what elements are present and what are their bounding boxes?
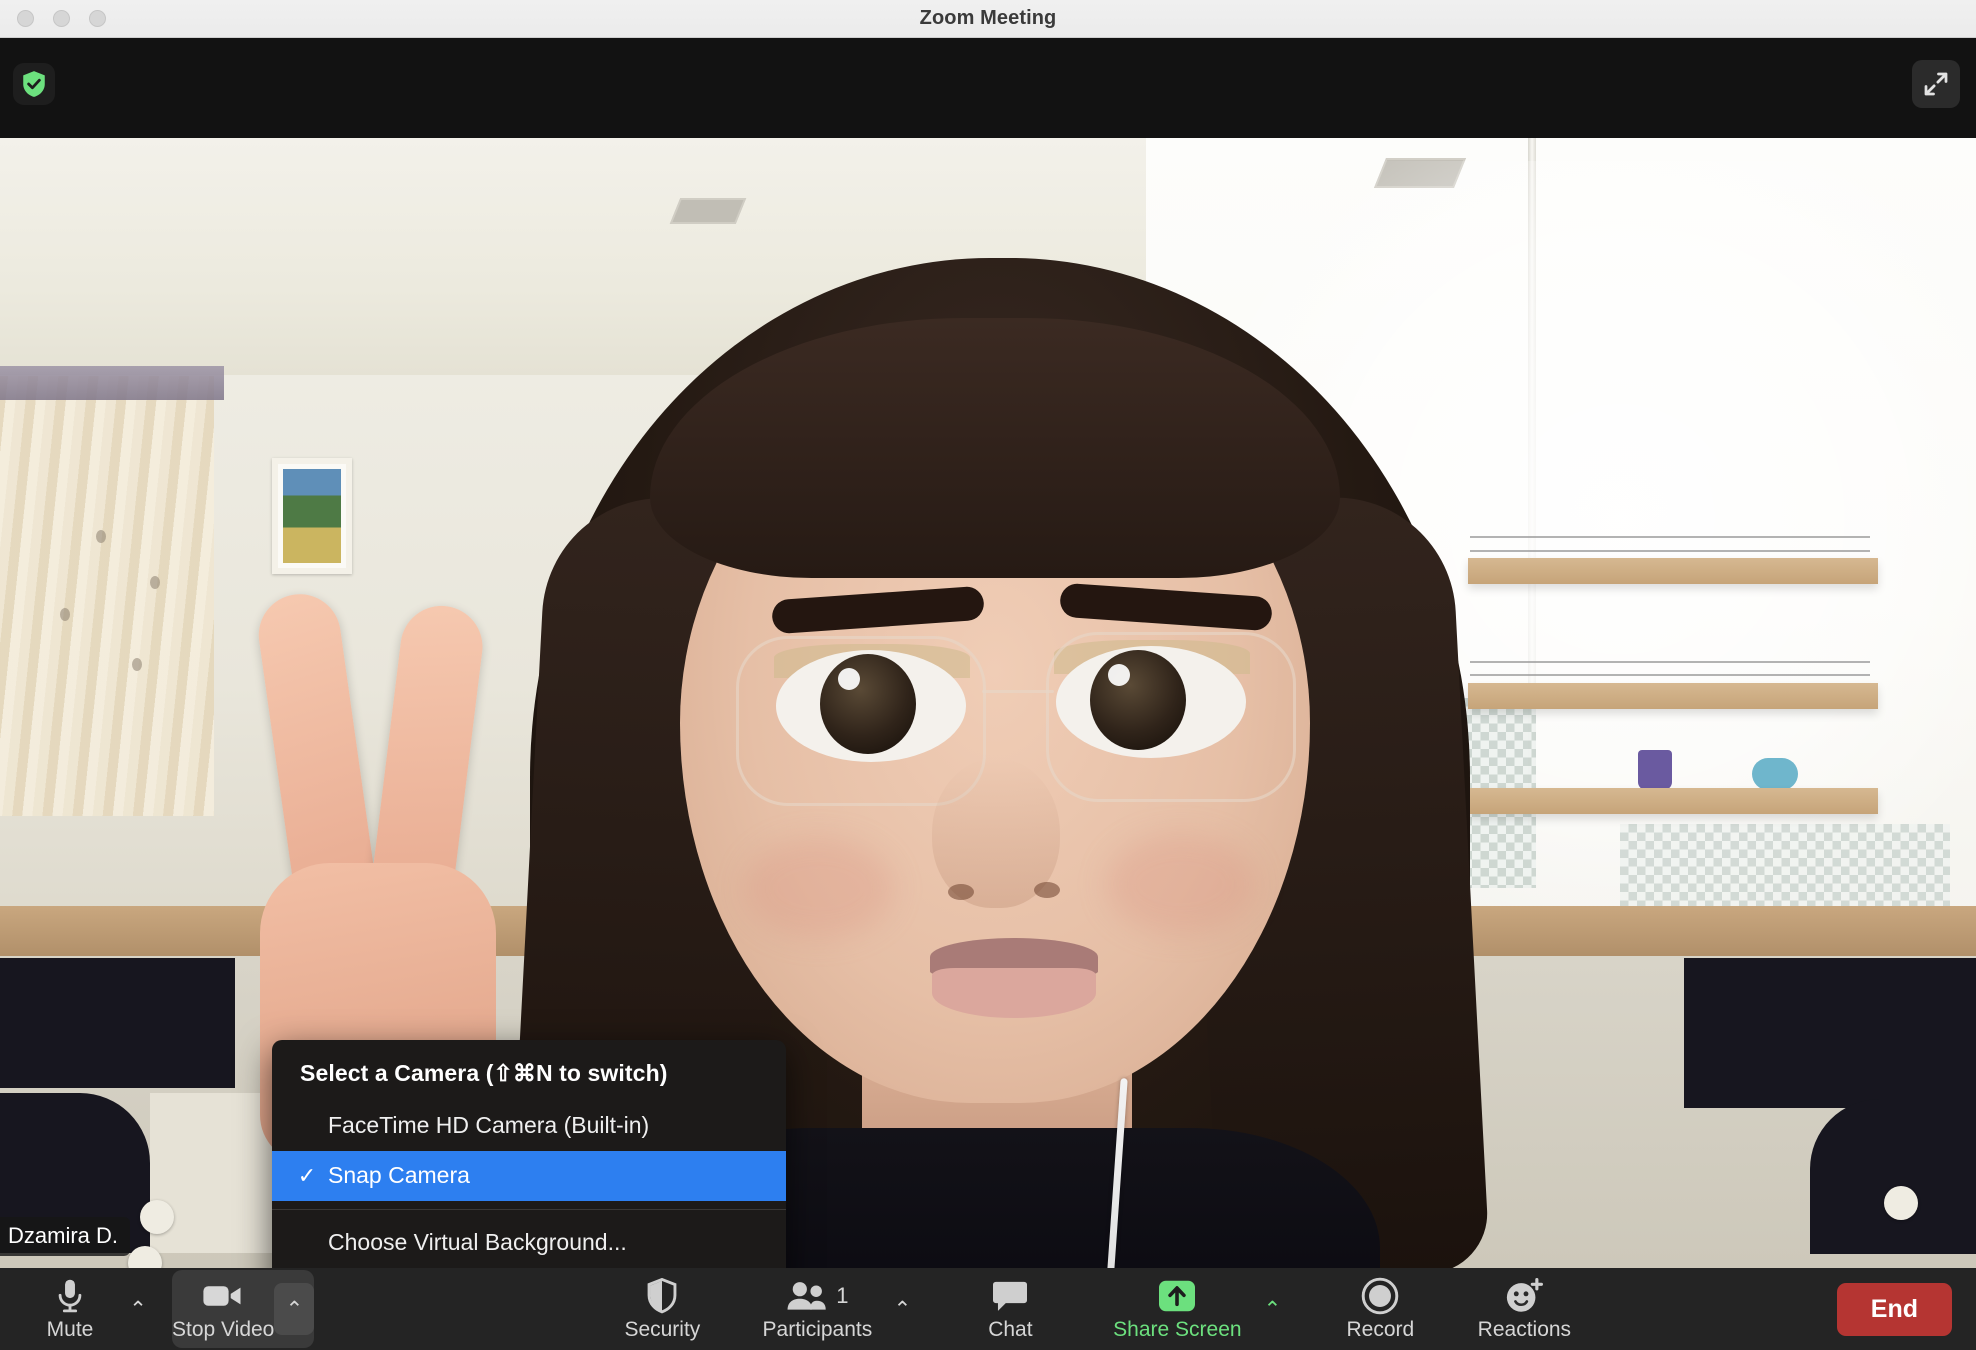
- check-icon: ✓: [297, 1162, 317, 1188]
- menu-item-choose-virtual-background[interactable]: Choose Virtual Background...: [272, 1218, 786, 1268]
- picture-artwork: [283, 469, 341, 563]
- cushion-pompom: [1884, 1186, 1918, 1220]
- lower-lip: [932, 968, 1096, 1018]
- reactions-label: Reactions: [1477, 1318, 1572, 1341]
- share-screen-button[interactable]: Share Screen: [1102, 1270, 1252, 1348]
- wall-picture-frame: [272, 458, 352, 574]
- self-view-video[interactable]: Dzamira D. Select a Camera (⇧⌘N to switc…: [0, 138, 1976, 1268]
- sofa-cushion: [1810, 1098, 1976, 1254]
- nostril-left: [948, 884, 974, 900]
- share-screen-options-button[interactable]: ⌃: [1252, 1283, 1292, 1335]
- participants-count: 1: [836, 1283, 849, 1308]
- glasses-bridge: [982, 690, 1054, 693]
- window-curtain: [0, 376, 214, 816]
- mute-group: Mute ⌃: [22, 1270, 158, 1348]
- curtain-detail: [96, 530, 106, 543]
- chevron-up-icon: ⌃: [1263, 1297, 1282, 1321]
- cheek-blush: [1106, 834, 1256, 934]
- cushion-pompom: [140, 1200, 174, 1234]
- security-button[interactable]: Security: [614, 1270, 710, 1348]
- wooden-shelf: [1468, 558, 1878, 584]
- menu-item-label: Snap Camera: [328, 1162, 470, 1188]
- expand-arrows-icon: [1924, 72, 1948, 96]
- encryption-badge[interactable]: [13, 63, 55, 105]
- shelf-rail: [1470, 536, 1870, 538]
- participants-group: 1 Participants ⌃: [752, 1270, 922, 1348]
- menu-item-snap-camera[interactable]: ✓ Snap Camera: [272, 1151, 786, 1201]
- stop-video-label: Stop Video: [172, 1318, 275, 1341]
- chevron-up-icon: ⌃: [893, 1297, 912, 1321]
- menu-separator: [272, 1209, 786, 1210]
- mute-label: Mute: [46, 1318, 94, 1341]
- participant-name-label: Dzamira D.: [0, 1217, 131, 1256]
- wooden-shelf: [1468, 683, 1878, 709]
- curtain-rod: [0, 366, 224, 400]
- curtain-detail: [150, 576, 160, 589]
- meeting-topbar: [0, 38, 1976, 138]
- shelf-jar: [1638, 750, 1672, 790]
- share-up-arrow-icon: [1156, 1276, 1198, 1316]
- menu-item-facetime-hd-camera[interactable]: FaceTime HD Camera (Built-in): [272, 1101, 786, 1151]
- sofa-cushion: [1684, 958, 1976, 1109]
- mute-options-button[interactable]: ⌃: [118, 1283, 158, 1335]
- participants-options-button[interactable]: ⌃: [882, 1283, 922, 1335]
- smiley-plus-icon: [1504, 1276, 1544, 1316]
- chevron-up-icon: ⌃: [285, 1297, 304, 1321]
- video-options-button[interactable]: ⌃: [274, 1283, 315, 1335]
- shelf-rail: [1470, 661, 1870, 663]
- end-meeting-button[interactable]: End: [1836, 1283, 1952, 1336]
- cheek-blush: [744, 838, 894, 938]
- people-icon: 1: [786, 1276, 849, 1316]
- video-group: Stop Video ⌃: [172, 1270, 315, 1348]
- share-screen-group: Share Screen ⌃: [1102, 1270, 1292, 1348]
- chat-label: Chat: [988, 1318, 1033, 1341]
- record-label: Record: [1346, 1318, 1415, 1341]
- sofa-cushion: [0, 958, 235, 1089]
- record-circle-icon: [1361, 1276, 1399, 1316]
- shelf-bowl: [1752, 758, 1798, 790]
- speech-bubble-icon: [991, 1276, 1029, 1316]
- microphone-icon: [53, 1276, 87, 1316]
- mute-button[interactable]: Mute: [22, 1270, 118, 1348]
- shelf-rail: [1470, 674, 1870, 676]
- chat-button[interactable]: Chat: [962, 1270, 1058, 1348]
- window-title: Zoom Meeting: [919, 7, 1057, 29]
- menu-item-label: Choose Virtual Background...: [328, 1229, 627, 1255]
- meeting-toolbar: Mute ⌃ Stop Video ⌃ Security 1 Participa…: [0, 1268, 1976, 1350]
- curtain-detail: [60, 608, 70, 621]
- wooden-shelf: [1468, 788, 1878, 814]
- record-button[interactable]: Record: [1332, 1270, 1428, 1348]
- shelf-rail: [1470, 550, 1870, 552]
- stop-video-button[interactable]: Stop Video: [172, 1270, 274, 1348]
- participants-button[interactable]: 1 Participants: [752, 1270, 882, 1348]
- reactions-button[interactable]: Reactions: [1476, 1270, 1572, 1348]
- share-screen-label: Share Screen: [1113, 1318, 1242, 1341]
- shield-icon: [646, 1276, 678, 1316]
- chevron-up-icon: ⌃: [129, 1297, 147, 1321]
- select-camera-menu[interactable]: Select a Camera (⇧⌘N to switch) FaceTime…: [272, 1040, 786, 1268]
- nostril-right: [1034, 882, 1060, 898]
- participants-label: Participants: [762, 1318, 873, 1341]
- video-camera-icon: [202, 1276, 244, 1316]
- window-titlebar: Zoom Meeting: [0, 0, 1976, 38]
- lens-right: [1046, 632, 1296, 802]
- curtain-detail: [132, 658, 142, 671]
- zoom-meeting-window: Zoom Meeting Dzamira D. Select a Camera …: [0, 0, 1976, 1350]
- expand-view-button[interactable]: [1912, 60, 1960, 108]
- security-label: Security: [624, 1318, 701, 1341]
- shield-check-icon: [23, 71, 45, 97]
- menu-item-label: FaceTime HD Camera (Built-in): [328, 1112, 650, 1138]
- menu-header-select-a-camera: Select a Camera (⇧⌘N to switch): [300, 1060, 668, 1086]
